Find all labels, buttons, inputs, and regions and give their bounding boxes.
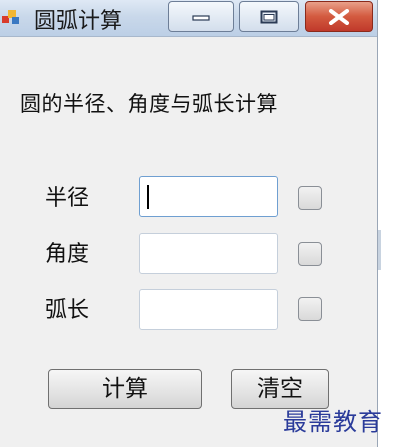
- angle-label: 角度: [45, 242, 90, 267]
- app-icon[interactable]: [2, 9, 20, 25]
- minimize-button[interactable]: [168, 1, 234, 32]
- angle-checkbox[interactable]: [298, 242, 322, 266]
- arc-length-input[interactable]: [139, 289, 278, 330]
- arc-length-label: 弧长: [45, 298, 90, 323]
- arc-length-checkbox[interactable]: [298, 297, 322, 321]
- window-title: 圆弧计算: [34, 9, 123, 34]
- calculate-button[interactable]: 计算: [48, 369, 202, 409]
- title-bar[interactable]: 圆弧计算: [0, 0, 377, 37]
- edge-mark: [378, 230, 381, 270]
- angle-input[interactable]: [139, 233, 278, 274]
- app-window: 圆弧计算 圆的半径、角度与弧长计算 半径 角度 弧长 计算 清空: [0, 0, 378, 447]
- background-edge: [378, 0, 405, 447]
- radius-label: 半径: [45, 186, 90, 211]
- minimize-icon: [192, 14, 210, 21]
- text-caret: [147, 185, 149, 209]
- maximize-icon: [260, 10, 278, 23]
- description-label: 圆的半径、角度与弧长计算: [20, 92, 278, 116]
- close-icon: [329, 8, 349, 25]
- watermark: 最需教育: [283, 408, 383, 436]
- maximize-button[interactable]: [239, 1, 299, 32]
- radius-input[interactable]: [139, 176, 278, 217]
- radius-checkbox[interactable]: [298, 186, 322, 210]
- close-button[interactable]: [305, 1, 373, 32]
